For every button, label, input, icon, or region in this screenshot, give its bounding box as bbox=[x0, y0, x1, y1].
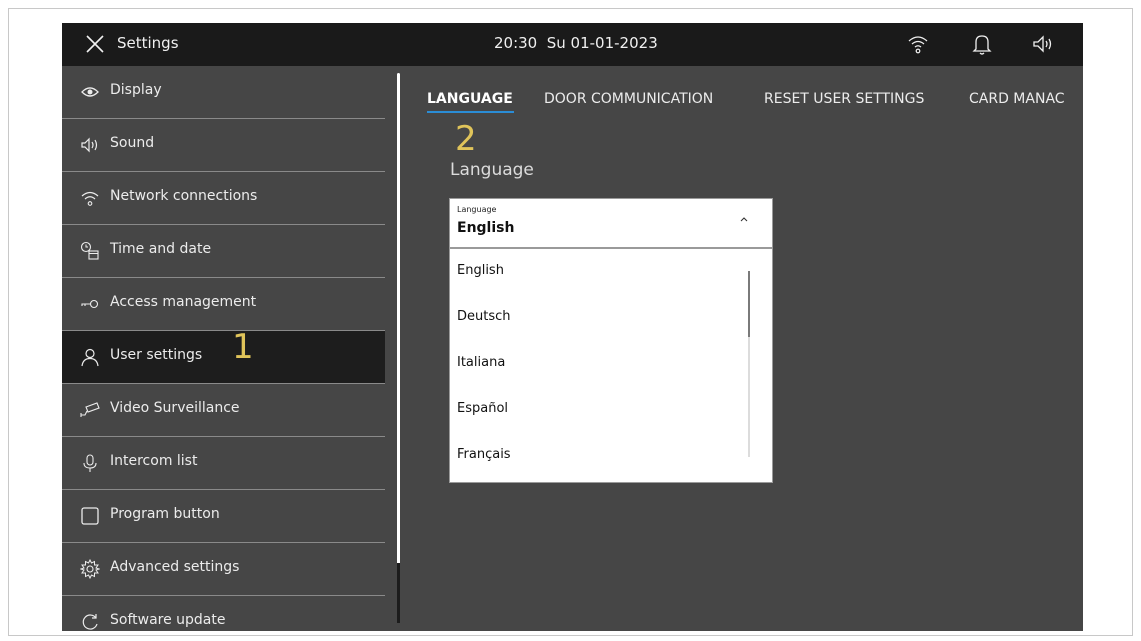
option-francais[interactable]: Français bbox=[457, 447, 511, 462]
speaker-icon[interactable] bbox=[1031, 32, 1055, 56]
chevron-up-icon[interactable] bbox=[738, 213, 750, 225]
sidebar-item-label: User settings bbox=[110, 347, 203, 363]
key-icon bbox=[81, 299, 99, 309]
option-english[interactable]: English bbox=[457, 263, 504, 278]
list-scrollbar-thumb[interactable] bbox=[748, 271, 750, 337]
option-espanol[interactable]: Español bbox=[457, 401, 508, 416]
sidebar-item-intercom-list[interactable]: Intercom list bbox=[62, 437, 385, 490]
eye-icon bbox=[81, 87, 99, 97]
sidebar-item-video-surveillance[interactable]: Video Surveillance bbox=[62, 384, 385, 437]
sidebar-item-label: Software update bbox=[110, 612, 226, 628]
sidebar-item-label: Advanced settings bbox=[110, 559, 240, 575]
sidebar-item-network[interactable]: Network connections bbox=[62, 172, 385, 225]
language-options-list: English Deutsch Italiana Español Françai… bbox=[449, 248, 773, 483]
option-deutsch[interactable]: Deutsch bbox=[457, 309, 511, 324]
refresh-icon bbox=[82, 614, 98, 630]
annotation-marker-1: 1 bbox=[232, 327, 254, 367]
option-italiana[interactable]: Italiana bbox=[457, 355, 505, 370]
tab-door-communication[interactable]: DOOR COMMUNICATION bbox=[544, 91, 713, 107]
sidebar-item-label: Intercom list bbox=[110, 453, 198, 469]
language-select[interactable]: Language English bbox=[449, 198, 773, 248]
sidebar-item-label: Display bbox=[110, 82, 162, 98]
wifi-icon bbox=[81, 191, 99, 206]
wifi-icon[interactable] bbox=[906, 32, 930, 56]
sidebar-item-label: Time and date bbox=[110, 241, 212, 257]
close-icon[interactable] bbox=[84, 33, 106, 55]
sidebar-item-label: Program button bbox=[110, 506, 220, 522]
sidebar-item-software-update[interactable]: Software update bbox=[62, 596, 385, 631]
gear-icon bbox=[80, 559, 100, 579]
tab-reset-user-settings[interactable]: RESET USER SETTINGS bbox=[764, 91, 924, 107]
select-label: Language bbox=[457, 205, 497, 214]
sidebar-item-user-settings[interactable]: User settings bbox=[62, 331, 385, 384]
sidebar-item-advanced-settings[interactable]: Advanced settings bbox=[62, 543, 385, 596]
sidebar-item-program-button[interactable]: Program button bbox=[62, 490, 385, 543]
user-icon bbox=[81, 348, 99, 367]
speaker-icon bbox=[81, 137, 98, 153]
device-screen: Settings 20:30 Su 01-01-2023 Display Sou… bbox=[62, 23, 1083, 631]
sidebar-scrollbar-gap bbox=[397, 563, 400, 623]
camera-icon bbox=[80, 402, 100, 417]
tab-card-management[interactable]: CARD MANAC bbox=[969, 91, 1065, 107]
sidebar-item-time-date[interactable]: Time and date bbox=[62, 225, 385, 278]
sidebar-scrollbar[interactable] bbox=[397, 73, 400, 620]
sidebar-item-sound[interactable]: Sound bbox=[62, 119, 385, 172]
clock-date: 20:30 Su 01-01-2023 bbox=[494, 34, 658, 52]
sidebar-item-label: Network connections bbox=[110, 188, 258, 204]
sidebar-item-access-management[interactable]: Access management bbox=[62, 278, 385, 331]
bell-icon[interactable] bbox=[970, 32, 994, 56]
sidebar-item-label: Sound bbox=[110, 135, 155, 151]
section-title: Language bbox=[450, 160, 534, 180]
sidebar-item-label: Video Surveillance bbox=[110, 400, 240, 416]
annotation-marker-2: 2 bbox=[455, 119, 477, 159]
settings-sidebar: Display Sound Network connections Time a… bbox=[62, 66, 385, 631]
top-bar: Settings 20:30 Su 01-01-2023 bbox=[62, 23, 1083, 66]
clock-calendar-icon bbox=[80, 241, 99, 260]
microphone-icon bbox=[83, 454, 97, 472]
window-title: Settings bbox=[117, 34, 179, 52]
active-tab-indicator bbox=[427, 111, 514, 113]
tab-language[interactable]: LANGUAGE bbox=[427, 91, 513, 107]
sidebar-item-label: Access management bbox=[110, 294, 257, 310]
select-value: English bbox=[457, 220, 515, 236]
sidebar-item-display[interactable]: Display bbox=[62, 66, 385, 119]
square-icon bbox=[81, 507, 99, 525]
